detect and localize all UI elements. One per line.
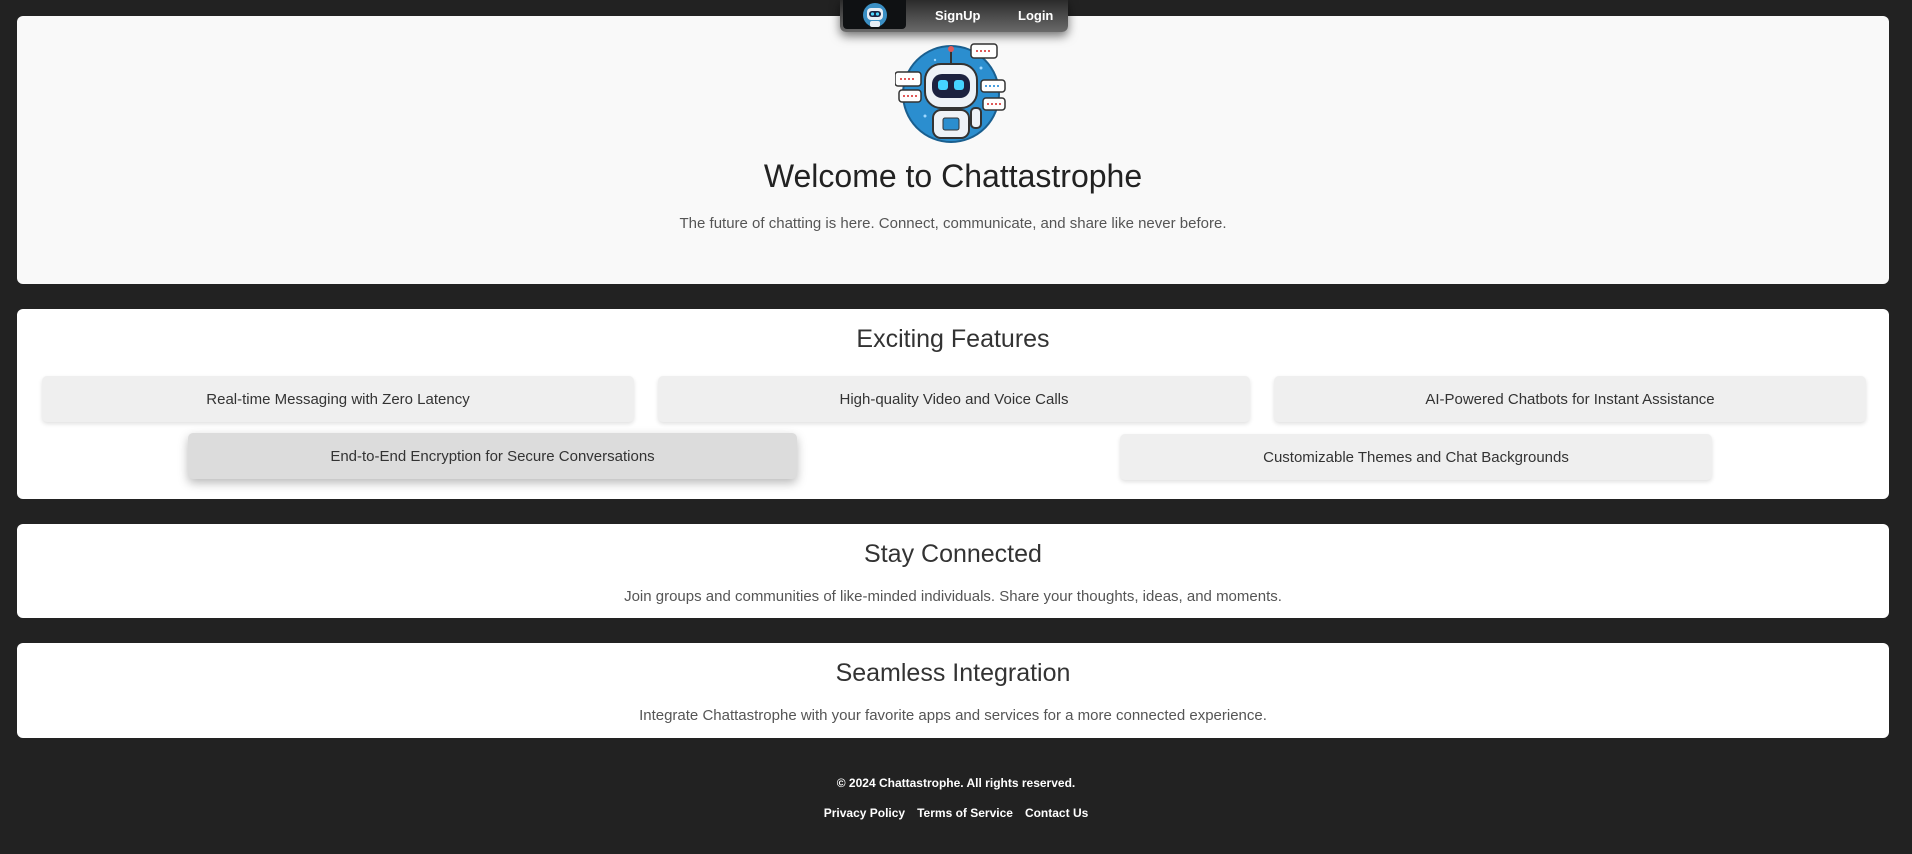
footer-links: Privacy Policy Terms of Service Contact … [0,806,1912,820]
feature-item[interactable]: End-to-End Encryption for Secure Convers… [188,433,797,479]
features-section: Exciting Features Real-time Messaging wi… [17,309,1889,499]
contact-us-link[interactable]: Contact Us [1025,806,1088,820]
robot-logo-icon[interactable] [843,0,906,29]
hero-section: Welcome to Chattastrophe The future of c… [17,16,1889,284]
feature-item[interactable]: Customizable Themes and Chat Backgrounds [1120,434,1712,480]
feature-item[interactable]: AI-Powered Chatbots for Instant Assistan… [1274,376,1866,422]
stay-connected-text: Join groups and communities of like-mind… [624,588,1282,605]
integration-title: Seamless Integration [835,659,1071,687]
stay-connected-title: Stay Connected [864,540,1042,568]
integration-section: Seamless Integration Integrate Chattastr… [17,643,1889,738]
features-title: Exciting Features [856,325,1050,353]
login-link[interactable]: Login [1018,8,1053,23]
top-nav: SignUp Login [840,0,1068,32]
hero-subtitle: The future of chatting is here. Connect,… [679,215,1227,232]
integration-text: Integrate Chattastrophe with your favori… [639,707,1267,724]
terms-of-service-link[interactable]: Terms of Service [917,806,1013,820]
signup-link[interactable]: SignUp [935,8,981,23]
page-title: Welcome to Chattastrophe [763,158,1143,194]
stay-connected-section: Stay Connected Join groups and communiti… [17,524,1889,618]
feature-item[interactable]: Real-time Messaging with Zero Latency [42,376,634,422]
footer-copyright: © 2024 Chattastrophe. All rights reserve… [836,776,1076,790]
robot-mascot-icon [894,38,1007,146]
feature-item[interactable]: High-quality Video and Voice Calls [658,376,1250,422]
privacy-policy-link[interactable]: Privacy Policy [824,806,905,820]
